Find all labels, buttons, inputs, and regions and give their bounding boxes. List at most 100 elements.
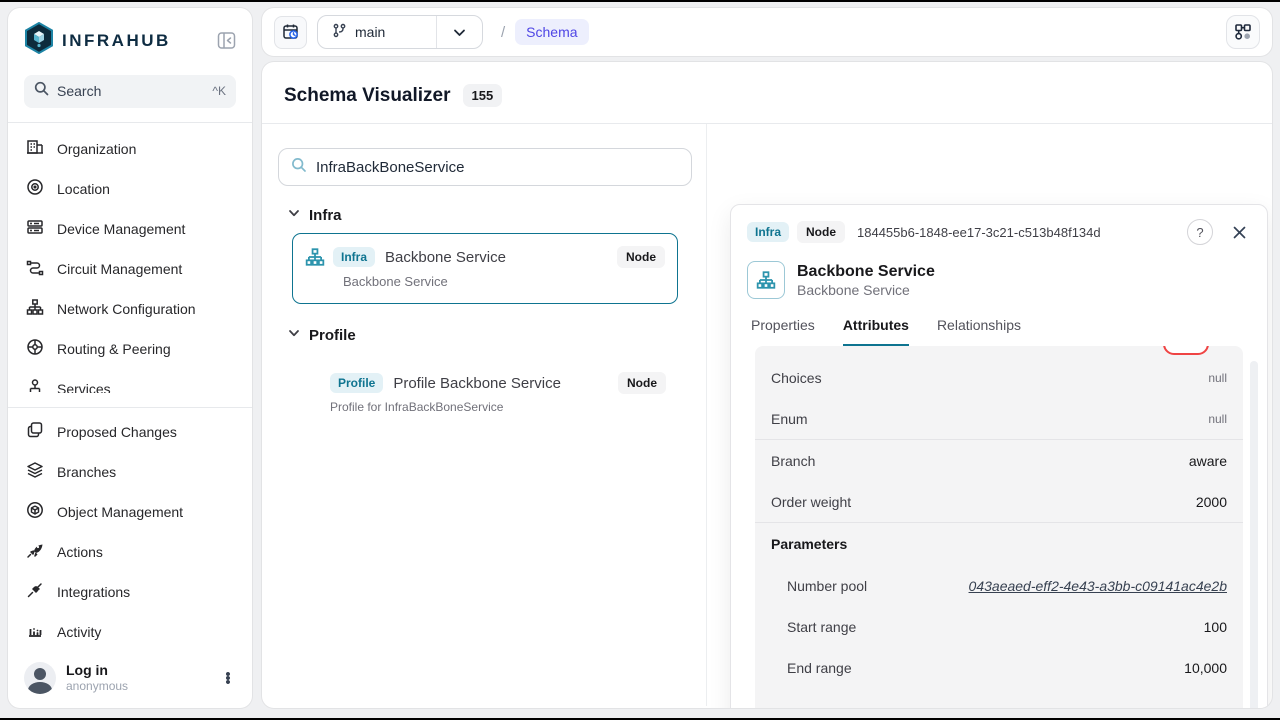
topbar: main / Schema	[262, 8, 1272, 56]
panel-scrollbar[interactable]	[1250, 361, 1258, 708]
sidebar-item-services[interactable]: Services	[16, 369, 244, 393]
sidebar-item-integrations[interactable]: Integrations	[16, 572, 244, 612]
attr-value: 100	[1204, 619, 1227, 635]
sidebar-item-circuit-management[interactable]: Circuit Management	[16, 249, 244, 289]
chevron-down-icon[interactable]	[436, 16, 482, 48]
sidebar-item-label: Device Management	[57, 221, 185, 237]
search-icon	[34, 81, 49, 101]
sidebar-item-label: Actions	[57, 544, 103, 560]
attr-row-branch: Branch aware	[771, 440, 1227, 481]
sidebar-search-placeholder: Search	[57, 83, 204, 99]
sidebar-item-device-management[interactable]: Device Management	[16, 209, 244, 249]
attr-row-start-range: Start range 100	[771, 606, 1227, 647]
branch-name: main	[355, 24, 385, 40]
hierarchy-icon	[747, 261, 785, 299]
attr-label: Start range	[787, 619, 1204, 635]
sidebar-item-label: Proposed Changes	[57, 424, 177, 440]
app-root: INFRAHUB Search ^K Organization	[0, 2, 1280, 718]
git-branch-icon	[332, 23, 347, 41]
breadcrumb-separator: /	[501, 24, 505, 41]
schema-count-badge: 155	[463, 84, 503, 107]
close-icon[interactable]	[1227, 220, 1251, 244]
node-kind-badge: Node	[618, 372, 666, 394]
attr-section-parameters: Parameters	[771, 523, 1227, 565]
sidebar-collapse-icon[interactable]	[214, 29, 238, 53]
node-kind-badge: Node	[617, 246, 665, 268]
sidebar-item-routing-peering[interactable]: Routing & Peering	[16, 329, 244, 369]
number-pool-link[interactable]: 043aeaed-eff2-4e43-a3bb-c09141ac4e2b	[969, 578, 1227, 594]
panel-header: Infra Node 184455b6-1848-ee17-3c21-c513b…	[747, 219, 1251, 245]
result-backbone-service[interactable]: Infra Backbone Service Node Backbone Ser…	[292, 233, 678, 304]
sidebar-item-organization[interactable]: Organization	[16, 129, 244, 169]
group-label: Profile	[309, 327, 356, 344]
search-shortcut: ^K	[212, 84, 226, 98]
result-title: Profile Backbone Service	[393, 375, 612, 392]
globe-routing-icon	[26, 338, 44, 359]
sidebar: INFRAHUB Search ^K Organization	[8, 8, 252, 708]
schema-search-input[interactable]	[316, 159, 679, 176]
plug-icon	[26, 581, 44, 602]
tab-relationships[interactable]: Relationships	[937, 317, 1021, 346]
sidebar-search[interactable]: Search ^K	[24, 75, 236, 108]
bar-chart-icon	[26, 621, 44, 642]
tab-attributes[interactable]: Attributes	[843, 317, 909, 346]
sidebar-item-label: Routing & Peering	[57, 341, 171, 357]
attr-row-end-range: End range 10,000	[771, 647, 1227, 688]
cube-icon	[26, 501, 44, 522]
rocket-icon	[26, 541, 44, 562]
network-tree-icon	[26, 298, 44, 319]
attr-label: Order weight	[771, 494, 1196, 510]
branch-selector[interactable]: main	[317, 15, 483, 49]
sidebar-item-label: Location	[57, 181, 110, 197]
user-row[interactable]: Log in anonymous •••	[8, 652, 252, 709]
main-header: Schema Visualizer 155	[262, 62, 1272, 124]
object-title: Backbone Service	[797, 262, 935, 283]
namespace-badge: Infra	[333, 247, 375, 267]
object-subtitle: Backbone Service	[797, 282, 935, 298]
tab-properties[interactable]: Properties	[751, 317, 815, 346]
column-divider	[706, 124, 707, 706]
attr-value: null	[1208, 412, 1227, 426]
group-profile[interactable]: Profile	[288, 326, 692, 344]
sidebar-item-activity[interactable]: Activity	[16, 612, 244, 652]
avatar	[24, 662, 56, 694]
result-title: Backbone Service	[385, 249, 611, 266]
sidebar-item-object-management[interactable]: Object Management	[16, 492, 244, 532]
sidebar-item-proposed-changes[interactable]: Proposed Changes	[16, 412, 244, 452]
sidebar-item-label: Services	[57, 381, 111, 393]
results-column: Infra Infra Backbone Service Node Backbo…	[278, 124, 692, 426]
clipped-false-pill	[1163, 346, 1209, 355]
chevron-down-icon	[288, 206, 300, 224]
sidebar-item-label: Object Management	[57, 504, 183, 520]
object-uuid: 184455b6-1848-ee17-3c21-c513b48f134d	[857, 225, 1179, 240]
result-subtitle: Backbone Service	[343, 274, 665, 289]
sidebar-item-location[interactable]: Location	[16, 169, 244, 209]
attr-value: 10,000	[1184, 660, 1227, 676]
calendar-clock-icon[interactable]	[274, 16, 307, 49]
result-profile-backbone-service[interactable]: Profile Profile Backbone Service Node Pr…	[292, 360, 678, 426]
sidebar-item-network-configuration[interactable]: Network Configuration	[16, 289, 244, 329]
attr-label: Number pool	[787, 578, 969, 594]
sidebar-item-label: Branches	[57, 464, 116, 480]
attr-label: Branch	[771, 453, 1189, 469]
user-menu-kebab-icon[interactable]: •••	[218, 672, 238, 684]
page-title: Schema Visualizer	[284, 85, 451, 107]
sidebar-item-label: Circuit Management	[57, 261, 182, 277]
help-button[interactable]: ?	[1187, 219, 1213, 245]
group-infra[interactable]: Infra	[288, 206, 692, 224]
hierarchy-icon	[305, 247, 325, 267]
login-label[interactable]: Log in	[66, 662, 208, 680]
attr-value: null	[1208, 371, 1227, 385]
logo-row: INFRAHUB	[8, 8, 252, 59]
breadcrumb-schema[interactable]: Schema	[515, 19, 588, 45]
node-kind-badge: Node	[797, 221, 845, 243]
sidebar-item-label: Activity	[57, 624, 101, 640]
attr-value: 2000	[1196, 494, 1227, 510]
attr-row-enum: Enum null	[771, 398, 1227, 439]
search-icon	[291, 157, 307, 178]
schema-graph-icon[interactable]	[1226, 15, 1260, 49]
panel-title-row: Backbone Service Backbone Service	[747, 261, 1251, 299]
sidebar-item-branches[interactable]: Branches	[16, 452, 244, 492]
namespace-badge: Profile	[330, 373, 383, 393]
sidebar-item-actions[interactable]: Actions	[16, 532, 244, 572]
